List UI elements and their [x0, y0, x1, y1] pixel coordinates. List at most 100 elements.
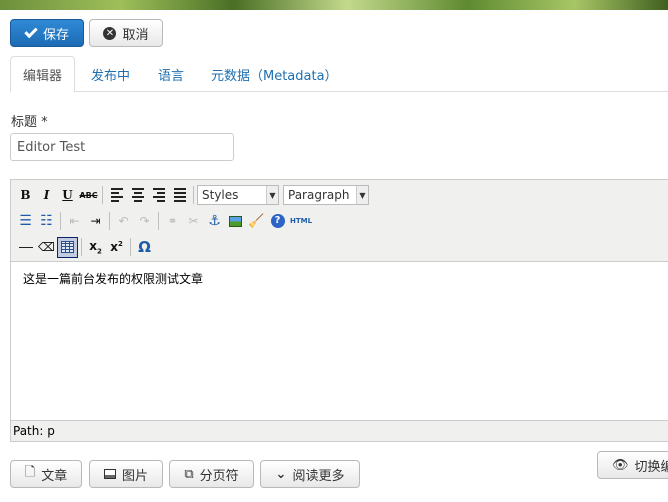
subscript-icon: x2 [89, 238, 102, 256]
align-left-button[interactable] [106, 185, 127, 206]
numbered-list-button[interactable]: ☷ [36, 211, 57, 232]
article-button[interactable]: 🗋 文章 [10, 460, 82, 488]
strikethrough-button[interactable]: ABC [78, 185, 99, 206]
undo-icon: ↶ [118, 214, 129, 228]
article-label: 文章 [41, 468, 68, 484]
pagebreak-label: 分页符 [199, 468, 239, 484]
indent-button[interactable]: ⇥ [85, 211, 106, 232]
link-icon: ⚭ [167, 214, 178, 228]
bold-button[interactable]: B [15, 185, 36, 206]
italic-button[interactable]: I [36, 185, 57, 206]
picture-icon [103, 469, 116, 479]
strikethrough-icon: ABC [79, 190, 98, 200]
align-right-button[interactable] [148, 185, 169, 206]
horizontal-rule-button[interactable] [15, 237, 36, 258]
help-icon: ? [270, 214, 285, 228]
redo-icon: ↷ [139, 214, 150, 228]
pagebreak-button[interactable]: ⧉ 分页符 [169, 460, 254, 488]
superscript-button[interactable]: x2 [106, 237, 127, 258]
title-input[interactable] [10, 133, 234, 161]
cancel-circle-icon: ✕ [103, 26, 117, 40]
redo-button[interactable]: ↷ [134, 211, 155, 232]
toggle-editor-label: 切换编 [634, 459, 668, 475]
unlink-button[interactable]: ✂ [183, 211, 204, 232]
toolbar-separator [130, 238, 131, 256]
save-label: 保存 [42, 27, 69, 43]
unlink-icon: ✂ [188, 214, 199, 228]
superscript-icon: x2 [110, 240, 123, 254]
toolbar-row-2: ☰ ☷ ⇤ ⇥ ↶ ↷ ⚭ ✂ ⚓ 🧹 ? HTML [15, 209, 314, 233]
cleanup-button[interactable]: 🧹 [246, 211, 267, 232]
image-button[interactable] [225, 211, 246, 232]
readmore-button[interactable]: ⌄ 阅读更多 [260, 460, 360, 488]
chevron-down-icon: ⌄ [275, 466, 287, 482]
align-center-button[interactable] [127, 185, 148, 206]
toggle-editor-button[interactable]: 👁 切换编 [597, 451, 668, 479]
chevron-down-icon: ▼ [266, 186, 278, 204]
toolbar-separator [102, 186, 103, 204]
tab-label: 编辑器 [23, 69, 63, 84]
align-left-icon [110, 186, 123, 204]
bullet-list-button[interactable]: ☰ [15, 211, 36, 232]
horizontal-rule-icon [18, 246, 33, 248]
bullet-list-icon: ☰ [19, 213, 32, 229]
toolbar-separator [158, 212, 159, 230]
cancel-button[interactable]: ✕ 取消 [89, 19, 163, 47]
tab-editor[interactable]: 编辑器 [10, 56, 75, 93]
broom-icon: 🧹 [248, 213, 265, 229]
header-image [0, 0, 668, 10]
special-char-button[interactable]: Ω [134, 237, 155, 258]
outdent-button[interactable]: ⇤ [64, 211, 85, 232]
html-icon: HTML [289, 217, 313, 225]
visual-aid-button[interactable] [57, 236, 78, 258]
tab-language[interactable]: 语言 [146, 56, 196, 92]
numbered-list-icon: ☷ [40, 213, 53, 229]
tab-bar: 编辑器 发布中 语言 元数据（Metadata） [10, 56, 668, 93]
omega-icon: Ω [138, 238, 151, 256]
tab-label: 发布中 [91, 68, 131, 84]
underline-button[interactable]: U [57, 185, 78, 206]
help-button[interactable]: ? [267, 211, 288, 232]
check-icon [24, 24, 38, 38]
toolbar-separator [81, 238, 82, 256]
undo-button[interactable]: ↶ [113, 211, 134, 232]
image-label: 图片 [121, 468, 148, 484]
toolbar-separator [60, 212, 61, 230]
anchor-icon: ⚓ [208, 213, 221, 229]
cancel-label: 取消 [122, 27, 149, 43]
justify-button[interactable] [169, 185, 190, 206]
eraser-icon: ⌫ [38, 240, 55, 254]
tab-publishing[interactable]: 发布中 [79, 56, 142, 92]
indent-icon: ⇥ [90, 214, 101, 228]
toolbar-row-1: B I U ABC Styles ▼ Paragraph ▼ [15, 183, 369, 207]
justify-icon [173, 186, 186, 204]
format-select[interactable]: Paragraph ▼ [283, 185, 369, 205]
save-button[interactable]: 保存 [10, 19, 84, 47]
styles-select[interactable]: Styles ▼ [197, 185, 279, 205]
tab-label: 语言 [158, 68, 185, 84]
remove-format-button[interactable]: ⌫ [36, 237, 57, 258]
subscript-button[interactable]: x2 [85, 237, 106, 258]
format-select-value: Paragraph [288, 188, 350, 202]
toolbar-separator [109, 212, 110, 230]
tab-metadata[interactable]: 元数据（Metadata） [199, 56, 350, 92]
image-icon [229, 215, 242, 227]
copy-icon: ⧉ [184, 466, 194, 482]
styles-select-value: Styles [202, 188, 239, 202]
tab-label: 元数据（Metadata） [211, 68, 338, 84]
toolbar-row-3: ⌫ x2 x2 Ω [15, 235, 155, 259]
eye-icon: 👁 [612, 457, 629, 473]
align-center-icon [131, 186, 144, 204]
link-button[interactable]: ⚭ [162, 211, 183, 232]
chevron-down-icon: ▼ [356, 186, 368, 204]
readmore-label: 阅读更多 [292, 468, 345, 484]
title-label: 标题 * [11, 115, 48, 130]
editor-path: Path: p [13, 424, 55, 438]
editor-content[interactable]: 这是一篇前台发布的权限测试文章 [11, 261, 668, 421]
image-insert-button[interactable]: 图片 [89, 460, 163, 488]
editor-content-text: 这是一篇前台发布的权限测试文章 [23, 272, 204, 286]
anchor-button[interactable]: ⚓ [204, 211, 225, 232]
toolbar-separator [193, 186, 194, 204]
outdent-icon: ⇤ [69, 214, 80, 228]
html-source-button[interactable]: HTML [288, 211, 314, 232]
